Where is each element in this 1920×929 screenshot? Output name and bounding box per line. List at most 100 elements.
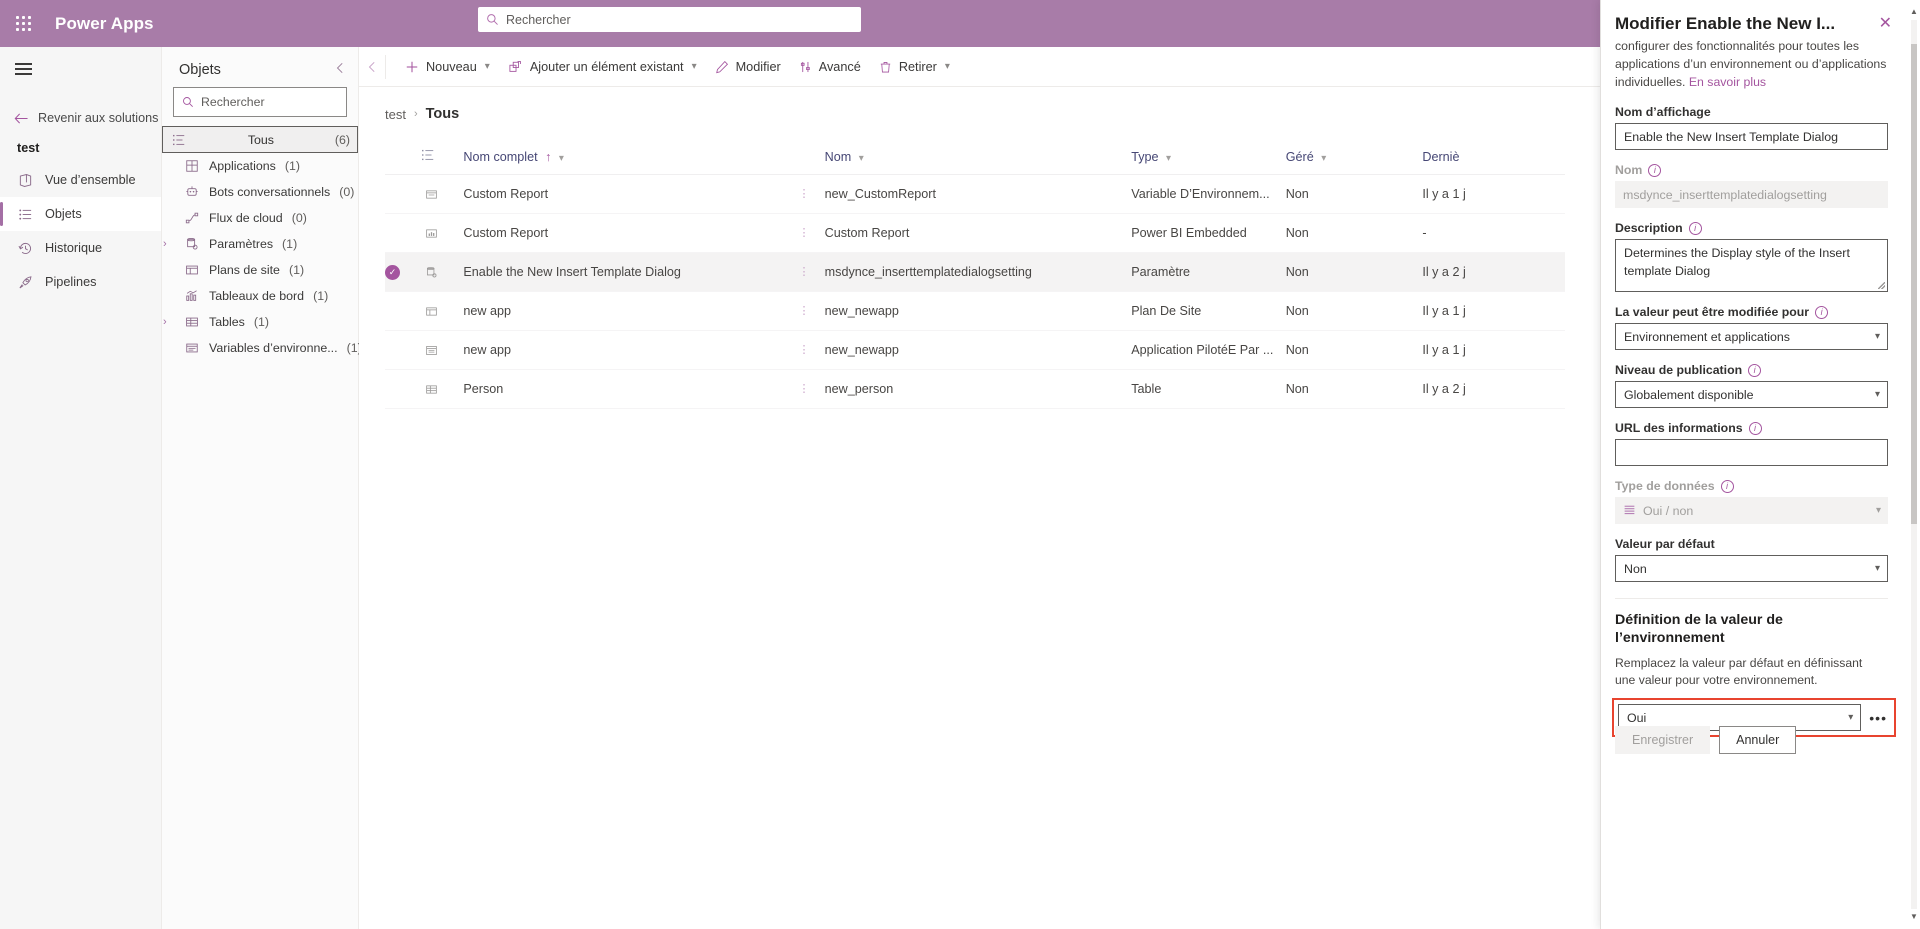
global-search-placeholder: Rechercher — [506, 12, 571, 27]
breadcrumb-parent[interactable]: test — [385, 107, 406, 122]
object-filter-variables-denvironnement[interactable]: Variables d’environne... (1) — [162, 335, 362, 361]
row-overflow-button[interactable]: ⋮ — [798, 252, 825, 292]
chevron-down-icon[interactable]: ▾ — [559, 153, 564, 164]
info-icon[interactable]: i — [1748, 421, 1762, 435]
sidebar-item-historique[interactable]: Historique — [0, 231, 161, 265]
hamburger-icon[interactable] — [0, 51, 46, 87]
object-filter-tables[interactable]: › Tables (1) — [162, 309, 358, 335]
learn-more-link[interactable]: En savoir plus — [1689, 75, 1766, 89]
row-select-cell[interactable] — [385, 330, 421, 370]
object-filter-applications[interactable]: Applications (1) — [162, 153, 358, 179]
info-url-field: URL des informations i — [1601, 421, 1910, 467]
row-logical-name: Custom Report — [824, 213, 1132, 253]
new-button[interactable]: Nouveau ▾ — [396, 51, 499, 83]
chevron-down-icon[interactable]: ▾ — [945, 61, 950, 72]
column-header-managed[interactable]: Géré ▾ — [1285, 143, 1423, 175]
table-row[interactable]: Custom Report ⋮ Custom Report Power BI E… — [385, 213, 1565, 253]
edit-button[interactable]: Modifier — [706, 51, 790, 83]
chevron-down-icon[interactable]: ▾ — [485, 61, 490, 72]
environment-value-overflow-button[interactable]: ••• — [1866, 710, 1890, 726]
default-value-dropdown[interactable]: Non ▾ — [1615, 555, 1888, 583]
scrollbar-thumb[interactable] — [1911, 44, 1917, 524]
column-header-type[interactable]: Type ▾ — [1131, 143, 1286, 175]
object-filter-tableaux-de-bord[interactable]: Tableaux de bord (1) — [162, 283, 358, 309]
app-brand[interactable]: Power Apps — [55, 14, 154, 34]
chevron-down-icon[interactable]: ▾ — [1321, 153, 1326, 164]
modifiable-for-dropdown[interactable]: Environnement et applications ▾ — [1615, 323, 1888, 351]
global-search-input[interactable]: Rechercher — [478, 7, 861, 32]
objects-search-input[interactable]: Rechercher — [173, 87, 347, 117]
object-filter-bots-conversationnels[interactable]: Bots conversationnels (0) — [162, 179, 358, 205]
table-row[interactable]: Custom Report ⋮ new_CustomReport Variabl… — [385, 174, 1565, 214]
table-row[interactable]: Person ⋮ new_person Table Non Il y a 2 j — [385, 369, 1565, 409]
close-icon[interactable]: ✕ — [1877, 14, 1894, 34]
chevron-right-icon[interactable]: › — [163, 316, 167, 328]
add-existing-button[interactable]: Ajouter un élément existant ▾ — [499, 51, 706, 83]
object-filter-flux-de-cloud[interactable]: Flux de cloud (0) — [162, 205, 358, 231]
chevron-down-icon[interactable]: ▾ — [692, 61, 697, 72]
display-name-input[interactable]: Enable the New Insert Template Dialog — [1615, 123, 1888, 151]
info-icon[interactable]: i — [1648, 163, 1662, 177]
edit-button-label: Modifier — [735, 59, 781, 74]
select-all-header[interactable] — [385, 143, 421, 175]
row-select-cell[interactable] — [385, 174, 421, 214]
info-icon[interactable]: i — [1688, 221, 1702, 235]
column-header-logical-name[interactable]: Nom ▾ — [824, 143, 1132, 175]
info-icon[interactable]: i — [1815, 305, 1829, 319]
row-overflow-button[interactable]: ⋮ — [798, 291, 825, 331]
collapse-panel-button[interactable] — [359, 61, 385, 73]
default-value-field: Valeur par défaut Non ▾ — [1601, 537, 1910, 583]
table-row[interactable]: ✓ Enable the New Insert Template Dialog … — [385, 252, 1565, 292]
row-logical-name: new_newapp — [824, 291, 1132, 331]
back-to-solutions-link[interactable]: Revenir aux solutions — [0, 101, 161, 135]
row-type-icon-cell — [420, 174, 464, 214]
chevron-down-icon[interactable]: ▾ — [859, 153, 864, 164]
advanced-button[interactable]: Avancé — [790, 51, 870, 83]
sidebar-item-vue-densemble[interactable]: Vue d’ensemble — [0, 163, 161, 197]
sitemap-icon — [184, 262, 200, 278]
objects-icon — [17, 206, 34, 223]
column-header-label: Type — [1131, 149, 1159, 164]
app-row-icon — [421, 341, 443, 359]
scroll-up-arrow-icon[interactable]: ▲ — [1910, 6, 1918, 18]
object-filter-plans-de-site[interactable]: Plans de site (1) — [162, 257, 358, 283]
section-divider — [1615, 598, 1888, 600]
row-select-cell[interactable]: ✓ — [385, 252, 421, 292]
chevron-left-icon[interactable] — [335, 61, 346, 79]
info-icon[interactable]: i — [1748, 363, 1762, 377]
cancel-button[interactable]: Annuler — [1719, 726, 1797, 754]
object-filter-tous[interactable]: Tous (6) — [162, 126, 358, 153]
sidebar-item-objets[interactable]: Objets — [0, 197, 161, 231]
table-row[interactable]: new app ⋮ new_newapp Plan De Site Non Il… — [385, 291, 1565, 331]
info-icon[interactable]: i — [1720, 479, 1734, 493]
row-overflow-button[interactable]: ⋮ — [798, 174, 825, 214]
row-select-cell[interactable] — [385, 213, 421, 253]
table-row[interactable]: new app ⋮ new_newapp Application PilotéE… — [385, 330, 1565, 370]
row-overflow-button[interactable]: ⋮ — [798, 330, 825, 370]
column-header-modified[interactable]: Derniè — [1422, 143, 1565, 175]
row-overflow-button[interactable]: ⋮ — [798, 213, 825, 253]
chevron-down-icon[interactable]: ▾ — [1166, 153, 1171, 164]
chevron-right-icon[interactable]: › — [163, 238, 167, 250]
remove-button[interactable]: Retirer ▾ — [870, 51, 959, 83]
row-display-name: Enable the New Insert Template Dialog — [463, 252, 799, 292]
save-button[interactable]: Enregistrer — [1615, 726, 1711, 754]
sidebar-item-pipelines[interactable]: Pipelines — [0, 265, 161, 299]
row-modified: Il y a 2 j — [1422, 369, 1565, 409]
panel-scrollbar[interactable]: ▲ ▼ — [1910, 6, 1918, 923]
envvar-icon — [184, 340, 200, 356]
row-overflow-button[interactable]: ⋮ — [798, 369, 825, 409]
column-header-name[interactable]: Nom complet ↑ ▾ — [463, 143, 825, 175]
waffle-icon[interactable] — [0, 0, 47, 47]
scroll-down-arrow-icon[interactable]: ▼ — [1910, 911, 1918, 923]
row-type: Power BI Embedded — [1131, 213, 1286, 253]
object-filter-parametres[interactable]: › Paramètres (1) — [162, 231, 358, 257]
release-level-dropdown[interactable]: Globalement disponible ▾ — [1615, 381, 1888, 409]
row-select-cell[interactable] — [385, 369, 421, 409]
object-filter-label: Variables d’environne... — [209, 341, 338, 355]
settings-icon — [184, 236, 200, 252]
object-filter-label: Plans de site — [209, 263, 280, 277]
row-select-cell[interactable] — [385, 291, 421, 331]
description-textarea[interactable]: Determines the Display style of the Inse… — [1615, 239, 1888, 293]
info-url-input[interactable] — [1615, 439, 1888, 467]
